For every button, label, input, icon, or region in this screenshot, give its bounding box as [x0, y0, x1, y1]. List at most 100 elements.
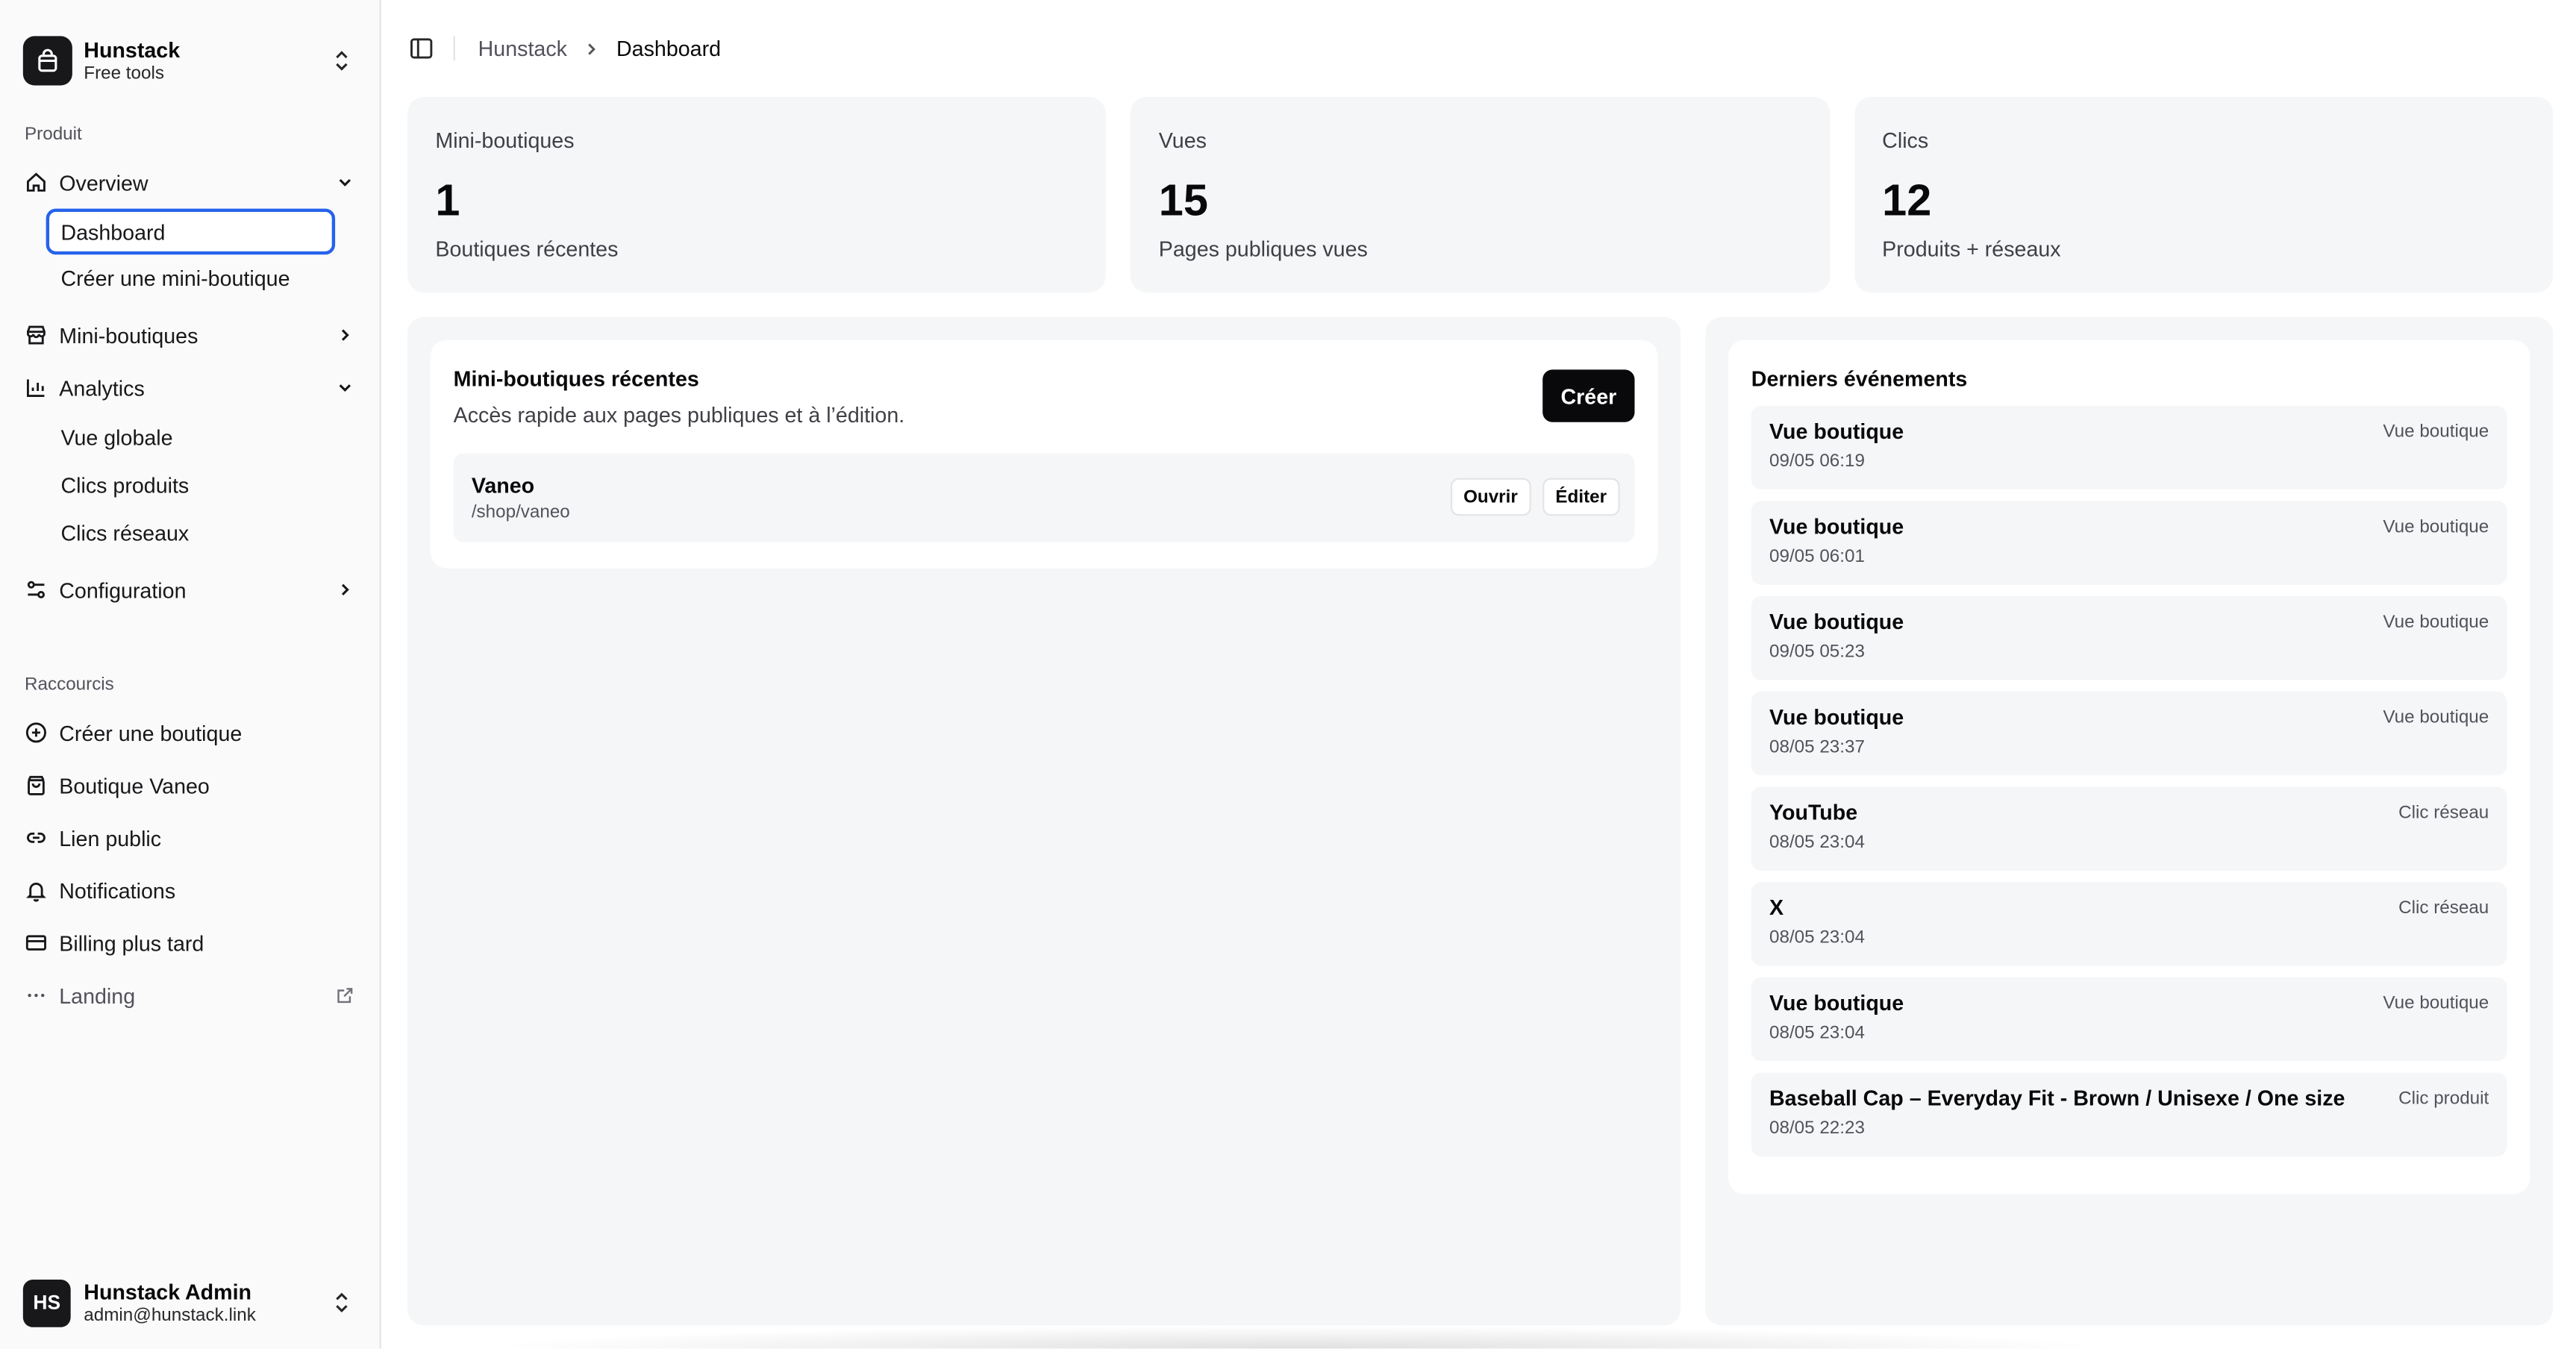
events-card: Derniers événements Vue boutique 09/05 0… [1728, 339, 2530, 1195]
event-time: 09/05 06:01 [1769, 547, 1865, 567]
group-label-raccourcis: Raccourcis [25, 674, 114, 695]
breadcrumb-root[interactable]: Hunstack [478, 36, 567, 60]
nav-analytics[interactable]: Analytics [13, 361, 366, 413]
recent-shops-panel: Mini-boutiques récentes Accès rapide aux… [407, 316, 1681, 1326]
stat-card-clics: Clics 12 Produits + réseaux [1854, 96, 2554, 292]
shortcut-lien-public[interactable]: Lien public [13, 812, 366, 864]
event-title: Vue boutique [1769, 609, 1904, 634]
event-title: Vue boutique [1769, 990, 1904, 1015]
event-time: 08/05 23:37 [1769, 737, 1865, 757]
shortcut-boutique-vaneo[interactable]: Boutique Vaneo [13, 759, 366, 811]
nav-configuration[interactable]: Configuration [13, 563, 366, 616]
event-time: 08/05 23:04 [1769, 927, 1865, 948]
stat-value: 15 [1158, 175, 1208, 225]
shop-row: Vaneo /shop/vaneo Ouvrir Éditer [453, 453, 1635, 542]
topbar: Hunstack Dashboard [383, 0, 2576, 97]
event-item: X 08/05 23:04 Clic réseau [1751, 882, 2507, 966]
event-item: Baseball Cap – Everyday Fit - Brown / Un… [1751, 1072, 2507, 1156]
stat-card-vues: Vues 15 Pages publiques vues [1131, 96, 1830, 292]
chevron-right-icon [588, 43, 596, 54]
nav-overview-label: Overview [59, 169, 149, 195]
event-title: X [1769, 895, 1784, 920]
event-item: YouTube 08/05 23:04 Clic réseau [1751, 786, 2507, 871]
stat-value: 12 [1882, 175, 1932, 225]
nav-mini-boutiques-label: Mini-boutiques [59, 322, 198, 348]
nav-configuration-label: Configuration [59, 577, 187, 602]
chevron-right-icon [341, 583, 349, 596]
recent-shops-title: Mini-boutiques récentes [453, 366, 699, 391]
recent-shops-subtitle: Accès rapide aux pages publiques et à l’… [453, 402, 905, 428]
stat-description: Boutiques récentes [435, 237, 619, 262]
nav-vue-globale[interactable]: Vue globale [48, 414, 366, 462]
sidebar: Hunstack Free tools Produit Overview Das… [0, 0, 381, 1349]
event-time: 08/05 22:23 [1769, 1118, 1865, 1139]
stats-row: Mini-boutiques 1 Boutiques récentes Vues… [407, 96, 2554, 292]
nav-clics-produits[interactable]: Clics produits [48, 462, 366, 510]
shortcut-billing[interactable]: Billing plus tard [13, 916, 366, 968]
stat-description: Pages publiques vues [1158, 237, 1368, 262]
shortcut-creer-boutique[interactable]: Créer une boutique [13, 707, 366, 759]
sidebar-toggle-icon[interactable] [409, 36, 434, 60]
event-type: Clic réseau [2398, 803, 2489, 823]
create-shop-button[interactable]: Créer [1542, 369, 1635, 422]
plus-circle-icon [25, 722, 46, 743]
chevron-down-icon [339, 178, 351, 187]
shortcut-label: Notifications [59, 877, 176, 903]
shortcut-landing[interactable]: Landing [13, 969, 366, 1021]
home-icon [26, 172, 46, 192]
stat-title: Vues [1158, 128, 1207, 153]
edit-shop-button[interactable]: Éditer [1542, 478, 1620, 516]
nav-overview[interactable]: Overview [13, 156, 366, 208]
stat-value: 1 [435, 175, 460, 225]
more-horizontal-icon [28, 993, 45, 998]
event-type: Vue boutique [2383, 707, 2489, 728]
bottom-shadow [476, 1325, 2119, 1349]
chevron-right-icon [341, 329, 349, 341]
stat-description: Produits + réseaux [1882, 237, 2061, 262]
recent-shops-card: Mini-boutiques récentes Accès rapide aux… [430, 339, 1658, 569]
event-time: 09/05 05:23 [1769, 642, 1865, 663]
workspace-switcher[interactable]: Hunstack Free tools [0, 0, 380, 98]
event-title: YouTube [1769, 800, 1858, 825]
events-title: Derniers événements [1751, 366, 1968, 391]
event-item: Vue boutique 09/05 05:23 Vue boutique [1751, 596, 2507, 680]
user-menu[interactable]: HS Hunstack Admin admin@hunstack.link [0, 1256, 380, 1348]
events-panel: Derniers événements Vue boutique 09/05 0… [1705, 316, 2554, 1326]
shortcut-notifications[interactable]: Notifications [13, 864, 366, 916]
chevrons-up-down-icon [336, 51, 348, 71]
nav-creer-mini-boutique[interactable]: Créer une mini-boutique [48, 254, 366, 302]
event-title: Vue boutique [1769, 514, 1904, 539]
event-type: Clic produit [2398, 1089, 2489, 1109]
shortcut-label: Landing [59, 983, 136, 1008]
event-item: Vue boutique 08/05 23:37 Vue boutique [1751, 691, 2507, 776]
event-title: Baseball Cap – Everyday Fit - Brown / Un… [1769, 1086, 2345, 1111]
user-name: Hunstack Admin [84, 1278, 252, 1303]
nav-dashboard[interactable]: Dashboard [46, 208, 336, 255]
event-type: Vue boutique [2383, 613, 2489, 633]
stat-title: Clics [1882, 128, 1929, 153]
event-title: Vue boutique [1769, 704, 1904, 730]
event-type: Clic réseau [2398, 898, 2489, 918]
brand-subtitle: Free tools [84, 63, 164, 84]
link-icon [27, 832, 46, 843]
shortcut-label: Boutique Vaneo [59, 772, 210, 798]
nav-analytics-label: Analytics [59, 375, 145, 401]
events-list: Vue boutique 09/05 06:19 Vue boutique Vu… [1751, 405, 2507, 1156]
stat-card-mini-boutiques: Mini-boutiques 1 Boutiques récentes [407, 96, 1107, 292]
stat-title: Mini-boutiques [435, 128, 575, 153]
shortcut-label: Billing plus tard [59, 930, 204, 956]
main-content: Hunstack Dashboard Mini-boutiques 1 Bout… [382, 0, 2576, 1349]
bar-chart-icon [26, 379, 45, 397]
divider [453, 36, 455, 61]
shortcut-label: Lien public [59, 825, 162, 851]
nav-clics-reseaux[interactable]: Clics réseaux [48, 509, 366, 557]
external-link-icon [337, 988, 353, 1004]
nav-mini-boutiques[interactable]: Mini-boutiques [13, 309, 366, 361]
shopping-bag-icon [28, 775, 45, 795]
breadcrumb: Hunstack Dashboard [478, 36, 721, 60]
open-shop-button[interactable]: Ouvrir [1450, 478, 1531, 516]
shortcut-label: Créer une boutique [59, 720, 243, 745]
shopping-bag-logo-icon [22, 36, 72, 86]
credit-card-icon [25, 935, 46, 951]
event-type: Vue boutique [2383, 422, 2489, 442]
